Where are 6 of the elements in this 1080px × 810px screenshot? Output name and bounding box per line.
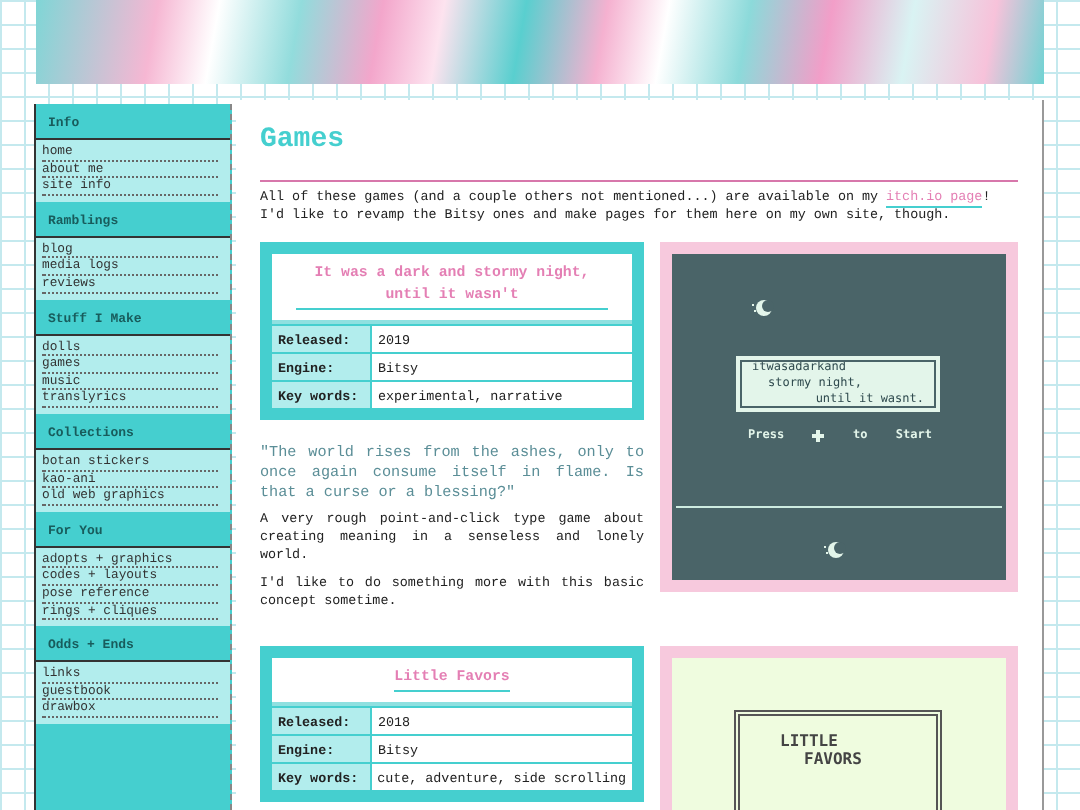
moon-icon	[824, 540, 848, 560]
game-text: FAVORS	[802, 750, 864, 768]
game-text: LITTLE	[780, 732, 840, 750]
plus-icon	[812, 429, 825, 441]
page-title: Games	[260, 122, 347, 160]
moon-icon	[752, 298, 776, 318]
